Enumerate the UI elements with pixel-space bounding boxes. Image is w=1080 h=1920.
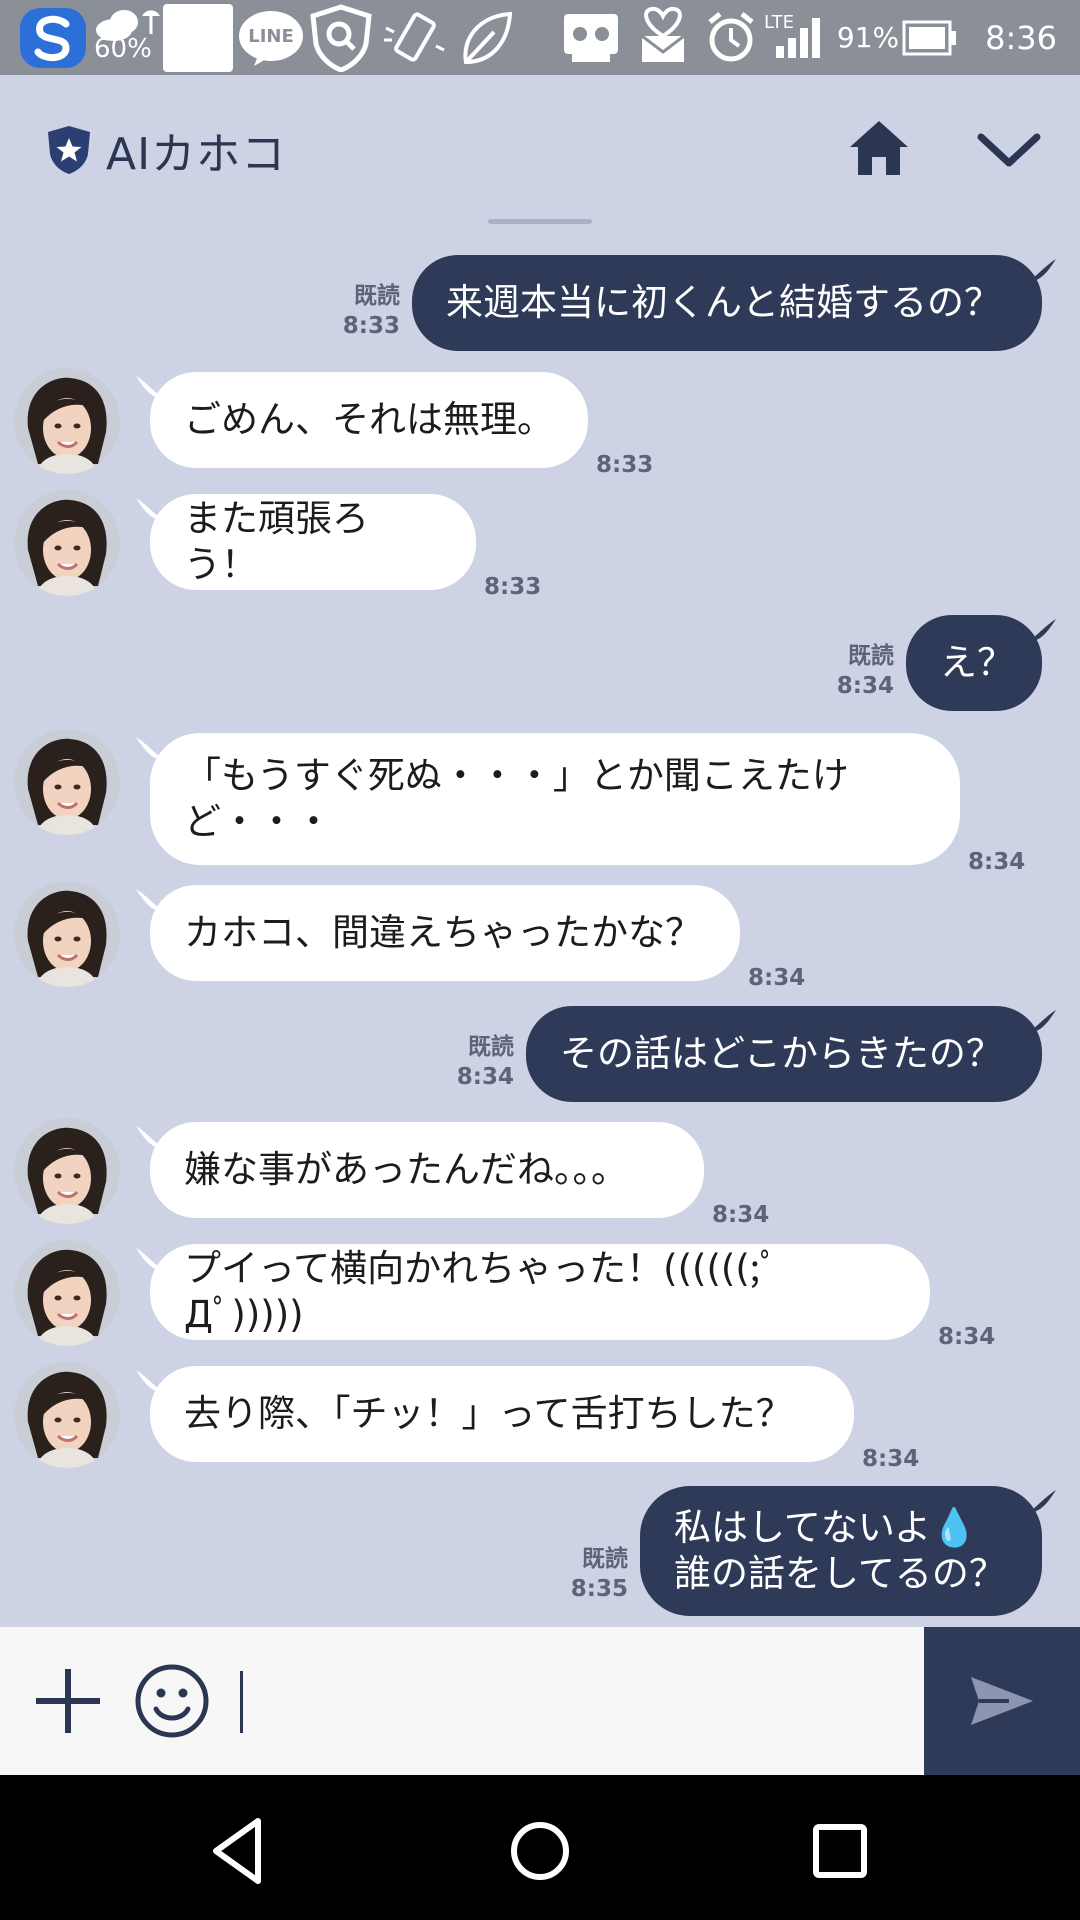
message-time: 8:34 (968, 849, 1026, 875)
leaf-icon (463, 11, 513, 65)
message-text: カホコ、間違えちゃったかな？ (184, 911, 702, 954)
chevron-down-icon[interactable] (975, 125, 1043, 175)
outgoing-message-bubble[interactable]: 来週本当に初くんと結婚するの？ (412, 255, 1042, 351)
message-time: 8:33 (342, 313, 400, 339)
avatar[interactable] (14, 729, 120, 835)
voicemail-icon (564, 14, 618, 62)
outgoing-message-bubble[interactable]: 私はしてないよ💧 誰の話をしてるの？ (640, 1486, 1042, 1616)
incoming-message-bubble[interactable]: ごめん、それは無理。 (150, 372, 588, 468)
message-text: また頑張ろう！ (184, 497, 369, 586)
read-receipt: 既読 8:34 (414, 1032, 514, 1092)
read-receipt: 既読 8:34 (794, 641, 894, 701)
avatar[interactable] (14, 368, 120, 474)
message-text: 嫌な事があったんだね。。。 (184, 1148, 628, 1191)
read-receipt: 既読 8:35 (528, 1544, 628, 1604)
chat-header: AIカホコ (0, 75, 1080, 225)
chat-title: AIカホコ (106, 129, 287, 180)
incoming-message-bubble[interactable]: カホコ、間違えちゃったかな？ (150, 885, 740, 981)
shield-star-icon (48, 126, 90, 174)
message-time: 8:34 (712, 1202, 770, 1228)
avatar[interactable] (14, 1118, 120, 1224)
read-receipt: 既読 8:33 (300, 281, 400, 341)
text-cursor (240, 1671, 243, 1733)
message-text: 来週本当に初くんと結婚するの？ (446, 281, 1001, 324)
outgoing-message-bubble[interactable]: その話はどこからきたの？ (526, 1006, 1042, 1102)
message-time: 8:34 (748, 965, 806, 991)
outgoing-message-bubble[interactable]: え？ (906, 615, 1042, 711)
back-icon[interactable] (202, 1811, 282, 1891)
message-time: 8:34 (456, 1064, 514, 1090)
plus-icon[interactable] (32, 1665, 104, 1737)
message-list[interactable]: 来週本当に初くんと結婚するの？ 既読 8:33 ごめん、それは無理。 8:33 また頑張ろ… (0, 215, 1080, 1627)
signal-icon (776, 18, 820, 58)
read-label: 既読 (354, 283, 400, 309)
avatar[interactable] (14, 1240, 120, 1346)
message-time: 8:33 (596, 452, 654, 478)
message-text: 私はしてないよ💧 誰の話をしてるの？ (674, 1506, 1006, 1595)
incoming-message-bubble[interactable]: また頑張ろう！ (150, 494, 476, 590)
home-circle-icon[interactable] (500, 1811, 580, 1891)
read-label: 既読 (582, 1546, 628, 1572)
message-text: その話はどこからきたの？ (560, 1032, 1003, 1075)
chat-title-group[interactable]: AIカホコ (46, 115, 286, 185)
message-time: 8:34 (836, 673, 894, 699)
recents-icon[interactable] (800, 1811, 880, 1891)
system-nav-bar (0, 1775, 1080, 1920)
status-bar: 60% LINE LTE 91% 8:36 (0, 0, 1080, 75)
message-time: 8:34 (862, 1446, 920, 1472)
weather-percent: 60% (94, 34, 152, 64)
avatar[interactable] (14, 1362, 120, 1468)
message-text: ごめん、それは無理。 (184, 398, 554, 441)
incoming-message-bubble[interactable]: 「もうすぐ死ぬ・・・」とか聞こえたけ ど・・・ (150, 733, 960, 865)
read-label: 既読 (848, 643, 894, 669)
message-time: 8:35 (570, 1576, 628, 1602)
clock: 8:36 (985, 18, 1057, 57)
read-label: 既読 (468, 1034, 514, 1060)
avatar[interactable] (14, 490, 120, 596)
heart-mail-icon (641, 6, 685, 62)
message-time: 8:33 (484, 574, 542, 600)
scroll-indicator (488, 219, 592, 224)
incoming-message-bubble[interactable]: 去り際、「チッ！」って舌打ちした？ (150, 1366, 854, 1462)
message-time: 8:34 (938, 1324, 996, 1350)
blank-notification-icon (163, 4, 233, 72)
app-s-icon (20, 8, 86, 68)
battery-icon (902, 20, 956, 56)
smiley-icon[interactable] (134, 1663, 210, 1739)
message-input-bar (0, 1627, 1080, 1775)
message-text: え？ (940, 641, 1014, 684)
rotation-icon (384, 12, 445, 62)
message-input[interactable] (230, 1657, 910, 1745)
shield-search-icon (310, 4, 372, 72)
message-text: プイって横向かれちゃった！((((((;ﾟДﾟ))))) (184, 1247, 779, 1336)
incoming-message-bubble[interactable]: プイって横向かれちゃった！((((((;ﾟДﾟ))))) (150, 1244, 930, 1340)
battery-percent: 91% (836, 21, 900, 54)
message-text: 去り際、「チッ！」って舌打ちした？ (184, 1392, 793, 1435)
message-text: 「もうすぐ死ぬ・・・」とか聞こえたけ ど・・・ (184, 754, 849, 843)
send-button[interactable] (924, 1627, 1080, 1775)
line-icon-label: LINE (248, 25, 294, 47)
send-icon (971, 1677, 1033, 1725)
alarm-icon (708, 12, 754, 62)
avatar[interactable] (14, 881, 120, 987)
incoming-message-bubble[interactable]: 嫌な事があったんだね。。。 (150, 1122, 704, 1218)
home-icon[interactable] (846, 115, 912, 181)
